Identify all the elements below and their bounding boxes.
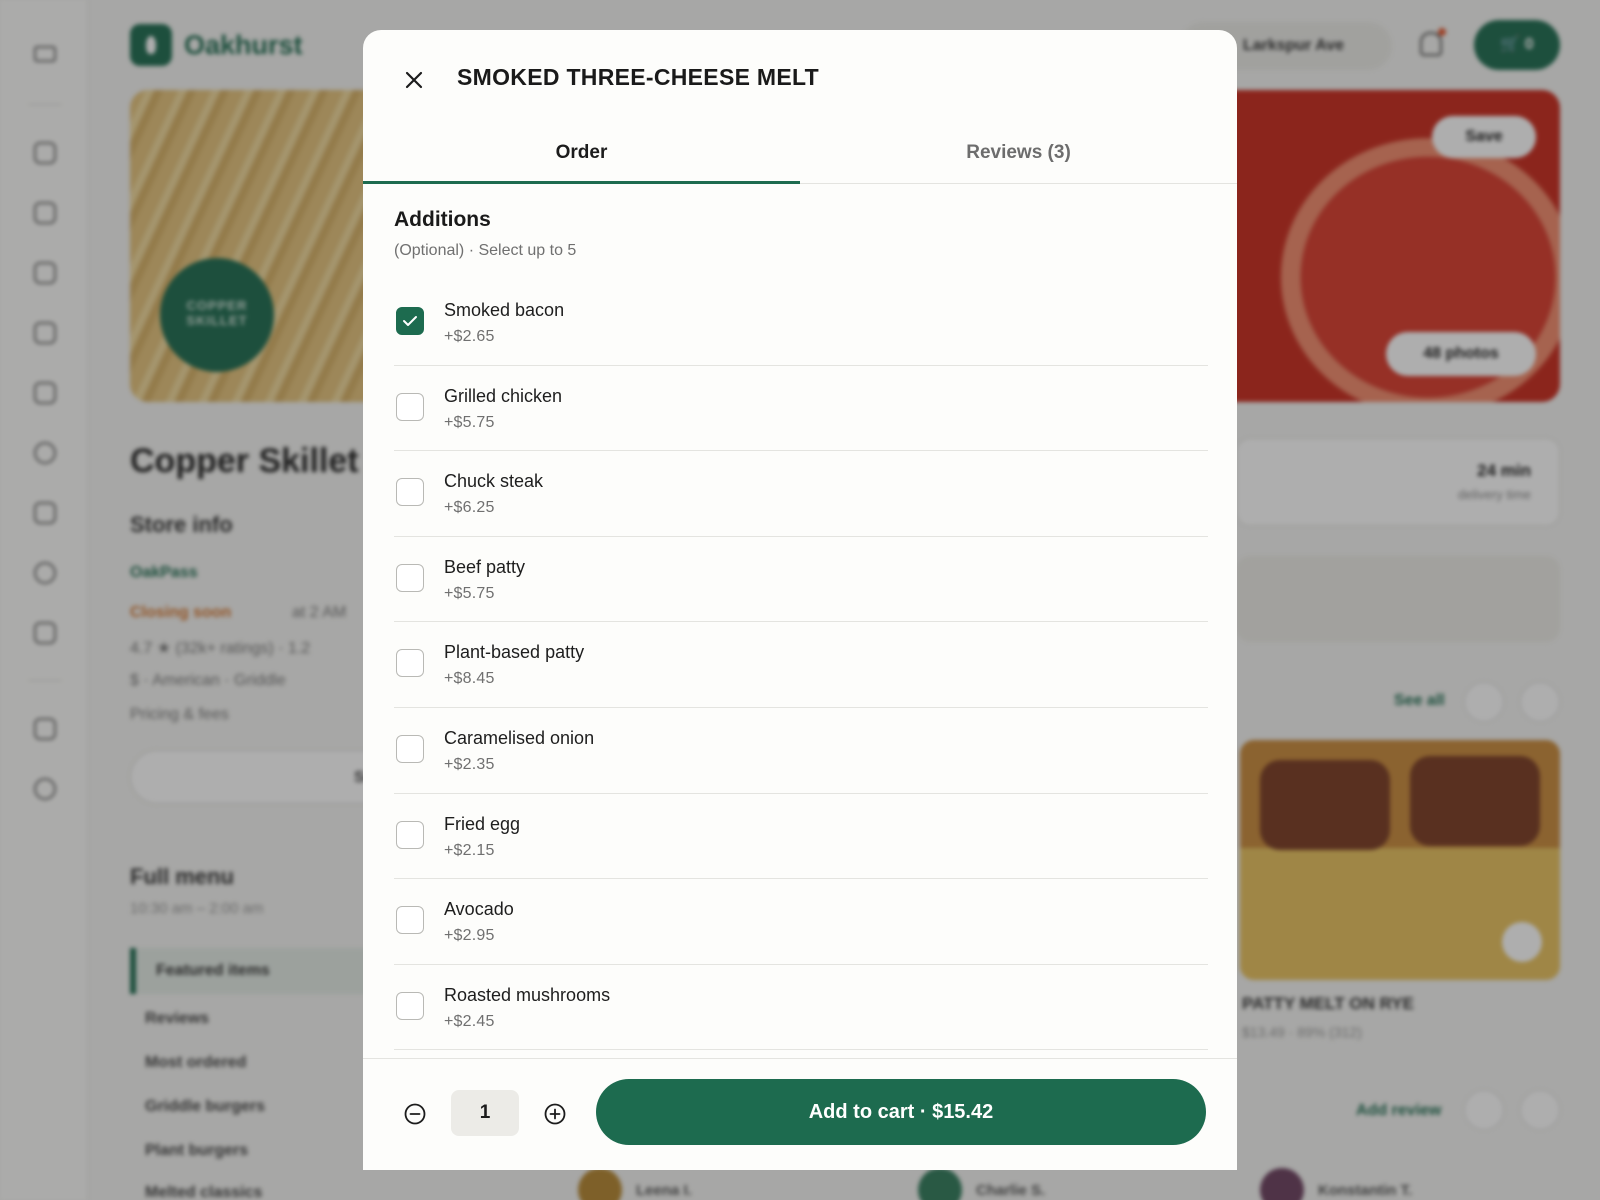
option-price: +$8.45 — [444, 670, 495, 688]
option-price: +$2.35 — [444, 755, 495, 773]
increase-quantity-button[interactable] — [535, 1094, 575, 1134]
additions-list: Smoked bacon +$2.65 Grilled chicken +$5.… — [394, 280, 1208, 1051]
option-name: Plant-based patty — [444, 642, 585, 663]
option-roasted-mushrooms[interactable]: Roasted mushrooms +$2.45 — [394, 965, 1208, 1051]
option-price: +$2.45 — [444, 1012, 495, 1030]
modal-tabs: Order Reviews (3) — [363, 132, 1237, 184]
option-name: Avocado — [444, 899, 514, 920]
checkbox[interactable] — [396, 307, 424, 335]
option-name: Chuck steak — [444, 471, 544, 492]
additions-heading: Additions — [394, 208, 491, 231]
quantity-input[interactable] — [451, 1090, 519, 1136]
option-name: Smoked bacon — [444, 300, 565, 320]
minus-circle-icon — [404, 1103, 426, 1125]
option-price: +$2.65 — [444, 328, 495, 345]
checkbox[interactable] — [396, 734, 424, 763]
option-price: +$6.25 — [444, 499, 495, 517]
option-name: Caramelised onion — [444, 727, 595, 748]
option-avocado[interactable]: Avocado +$2.95 — [394, 879, 1208, 965]
checkbox[interactable] — [396, 991, 424, 1020]
option-chuck-steak[interactable]: Chuck steak +$6.25 — [394, 451, 1208, 537]
option-plant-based-patty[interactable]: Plant-based patty +$8.45 — [394, 622, 1208, 708]
checkbox[interactable] — [396, 563, 424, 592]
option-price: +$2.15 — [444, 841, 495, 859]
plus-circle-icon — [544, 1103, 566, 1125]
option-name: Beef patty — [444, 556, 526, 577]
decrease-quantity-button[interactable] — [395, 1094, 435, 1134]
checkbox[interactable] — [396, 906, 424, 935]
modal-title: SMOKED THREE-CHEESE MELT — [457, 64, 820, 90]
option-caramelised-onion[interactable]: Caramelised onion +$2.35 — [394, 708, 1208, 794]
checkbox[interactable] — [396, 649, 424, 678]
tab-order[interactable]: Order — [363, 132, 800, 184]
add-to-cart-button[interactable]: Add to cart · $15.42 — [596, 1079, 1206, 1145]
tab-reviews[interactable]: Reviews (3) — [800, 132, 1237, 183]
option-smoked-bacon[interactable]: Smoked bacon +$2.65 — [394, 280, 1208, 366]
close-button[interactable] — [396, 62, 432, 98]
checkmark-icon — [403, 316, 417, 326]
option-price: +$5.75 — [444, 584, 495, 602]
option-name: Roasted mushrooms — [444, 984, 611, 1005]
option-fried-egg[interactable]: Fried egg +$2.15 — [394, 794, 1208, 880]
checkbox[interactable] — [396, 392, 424, 421]
option-name: Fried egg — [444, 813, 521, 834]
checkbox[interactable] — [396, 478, 424, 507]
checkbox[interactable] — [396, 820, 424, 849]
additions-subtitle: (Optional) · Select up to 5 — [394, 242, 577, 259]
option-name: Grilled chicken — [444, 385, 563, 406]
option-beef-patty[interactable]: Beef patty +$5.75 — [394, 537, 1208, 623]
option-grilled-chicken[interactable]: Grilled chicken +$5.75 — [394, 366, 1208, 452]
option-price: +$2.95 — [444, 927, 495, 945]
option-price: +$5.75 — [444, 413, 495, 431]
close-icon — [405, 71, 423, 89]
